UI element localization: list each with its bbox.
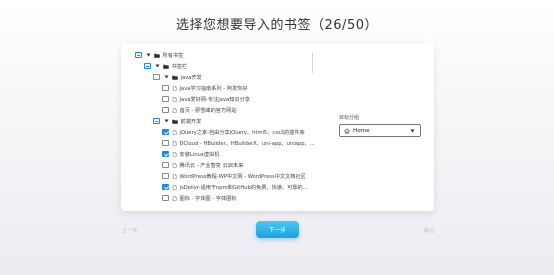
tree-bookmark-row[interactable]: 安装Linux虚拟机	[162, 149, 219, 159]
tree-folder-row[interactable]: 所有书签	[135, 50, 183, 60]
tree-bookmark-row[interactable]: 腾讯云 - 产业智变 云启未来	[162, 160, 243, 170]
page-icon	[172, 195, 177, 201]
checkbox[interactable]	[162, 183, 169, 191]
target-group-select[interactable]: Home	[339, 124, 421, 137]
page-title: 选择您想要导入的书签（26/50）	[176, 18, 378, 33]
tree-bookmark-row[interactable]: Java学习指南系列 - 阿发你好	[162, 83, 248, 93]
checkbox[interactable]	[153, 73, 160, 81]
tree-item-label: Java学习指南系列 - 阿发你好	[179, 85, 248, 92]
target-group-value: Home	[353, 127, 370, 134]
next-step-button[interactable]: 下一步	[256, 221, 299, 238]
tree-bookmark-row[interactable]: WordPress教程-WP中文网 - WordPress中文文档社区	[162, 171, 306, 181]
page-icon	[172, 85, 177, 91]
chevron-down-icon	[410, 129, 415, 133]
checkbox[interactable]	[162, 150, 169, 158]
prev-step-button[interactable]: 上一步	[122, 227, 138, 234]
page-icon	[172, 184, 177, 190]
tree-bookmark-row[interactable]: jQuery之家-自由分享jQuery、html5、css3的插件库	[162, 127, 305, 137]
tree-item-label: 首页 - 廖雪峰的官方网站	[179, 107, 237, 114]
checkbox[interactable]	[162, 106, 169, 114]
chevron-down-icon[interactable]	[164, 74, 170, 80]
folder-icon	[171, 75, 178, 80]
chevron-down-icon[interactable]	[155, 63, 161, 69]
tree-item-label: 安装Linux虚拟机	[179, 151, 220, 158]
tree-folder-row[interactable]: java开发	[153, 72, 202, 82]
tree-item-label: jsDelivr-适用于npm和GitHub的免费、快速、可靠的...	[179, 184, 308, 191]
tree-item-label: Java爱好网-专注Java知识分享	[179, 96, 250, 103]
checkbox[interactable]	[144, 62, 151, 70]
tree-item-label: DCloud - HBuilder、HBuilderX、uni-app、unia…	[179, 140, 315, 147]
checkbox[interactable]	[162, 84, 169, 92]
home-icon	[344, 127, 350, 134]
page-icon	[172, 96, 177, 102]
tree-item-label: 书签栏	[171, 63, 188, 70]
folder-icon	[162, 64, 169, 69]
tree-item-label: 图标 - 字体图 - 字体图标	[179, 195, 237, 202]
skip-button[interactable]: 跳过	[424, 227, 434, 234]
bookmark-tree[interactable]: 所有书签书签栏 java开发 Java学习指南系列 - 阿发你好 Java爱好网-专注…	[135, 50, 317, 204]
tree-folder-row[interactable]: 书签栏	[144, 61, 187, 71]
page-icon	[172, 162, 177, 168]
tree-bookmark-row[interactable]: DCloud - HBuilder、HBuilderX、uni-app、unia…	[162, 138, 315, 148]
scrollbar-divider	[312, 53, 313, 73]
checkbox[interactable]	[162, 172, 169, 180]
chevron-down-icon[interactable]	[146, 52, 152, 58]
bookmark-import-panel: 所有书签书签栏 java开发 Java学习指南系列 - 阿发你好 Java爱好网-专注…	[121, 43, 434, 211]
target-group-label: 目标分组	[339, 115, 360, 121]
tree-item-label: java开发	[180, 74, 202, 81]
tree-item-label: 腾讯云 - 产业智变 云启未来	[179, 162, 244, 169]
tree-bookmark-row[interactable]: Java爱好网-专注Java知识分享	[162, 94, 250, 104]
checkbox[interactable]	[135, 51, 142, 59]
folder-icon	[171, 119, 178, 124]
checkbox[interactable]	[162, 95, 169, 103]
checkbox[interactable]	[153, 117, 160, 125]
tree-item-label: 所有书签	[162, 52, 184, 59]
tree-item-label: jQuery之家-自由分享jQuery、html5、css3的插件库	[179, 129, 305, 136]
checkbox[interactable]	[162, 128, 169, 136]
folder-icon	[153, 53, 160, 58]
checkbox[interactable]	[162, 161, 169, 169]
tree-item-label: WordPress教程-WP中文网 - WordPress中文文档社区	[179, 173, 306, 180]
tree-folder-row[interactable]: 前端开发	[153, 116, 201, 126]
chevron-down-icon[interactable]	[164, 118, 170, 124]
tree-bookmark-row[interactable]: 图标 - 字体图 - 字体图标	[162, 193, 237, 203]
checkbox[interactable]	[162, 139, 169, 147]
page-icon	[172, 129, 177, 135]
page-icon	[172, 107, 177, 113]
page-icon	[172, 173, 177, 179]
page-icon	[172, 151, 177, 157]
tree-item-label: 前端开发	[180, 118, 202, 125]
page-icon	[172, 140, 177, 146]
tree-bookmark-row[interactable]: jsDelivr-适用于npm和GitHub的免费、快速、可靠的...	[162, 182, 308, 192]
checkbox[interactable]	[162, 194, 169, 202]
tree-bookmark-row[interactable]: 首页 - 廖雪峰的官方网站	[162, 105, 237, 115]
